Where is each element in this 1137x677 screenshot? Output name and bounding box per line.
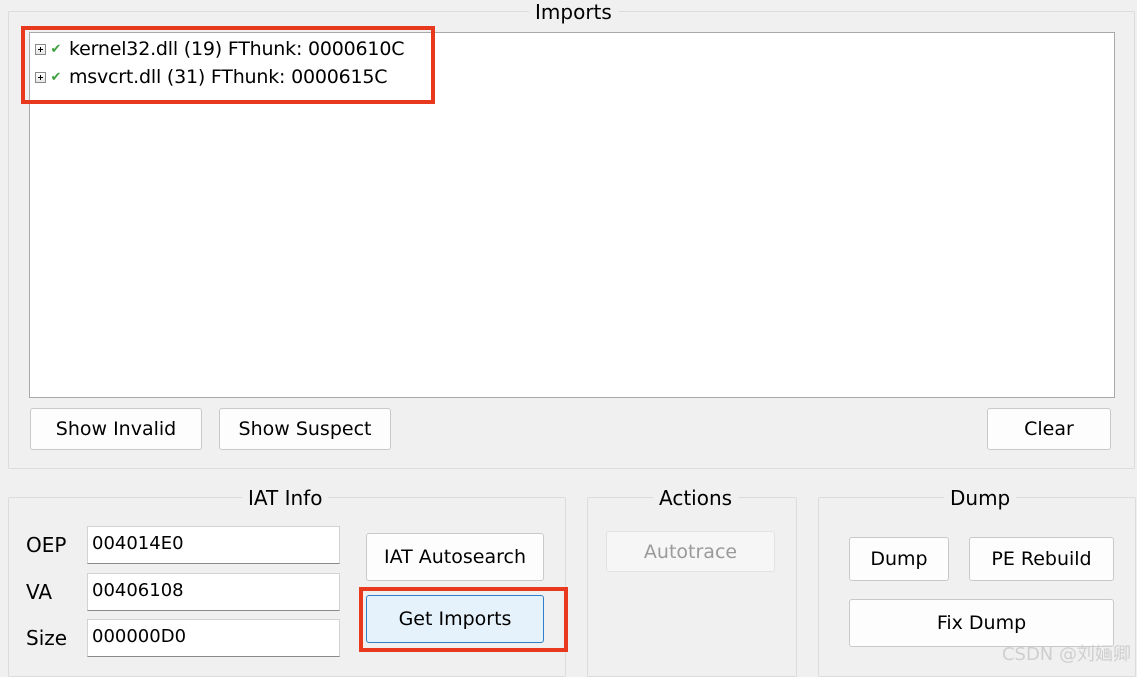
actions-group-title: Actions bbox=[653, 486, 738, 510]
size-label: Size bbox=[26, 626, 67, 650]
get-imports-button[interactable]: Get Imports bbox=[366, 595, 544, 643]
actions-group bbox=[587, 497, 797, 677]
size-field[interactable]: 000000D0 bbox=[87, 619, 340, 657]
imports-tree[interactable]: ✔ kernel32.dll (19) FThunk: 0000610C ✔ m… bbox=[29, 32, 1115, 398]
imports-group-title: Imports bbox=[529, 0, 618, 24]
show-invalid-button[interactable]: Show Invalid bbox=[30, 408, 202, 450]
oep-field[interactable]: 004014E0 bbox=[87, 526, 340, 564]
autotrace-button[interactable]: Autotrace bbox=[606, 531, 775, 572]
show-suspect-button[interactable]: Show Suspect bbox=[219, 408, 391, 450]
iat-info-group-title: IAT Info bbox=[242, 486, 328, 510]
dump-group-title: Dump bbox=[944, 486, 1016, 510]
dump-button[interactable]: Dump bbox=[849, 537, 949, 581]
va-field[interactable]: 00406108 bbox=[87, 573, 340, 611]
tree-item-kernel32[interactable]: ✔ kernel32.dll (19) FThunk: 0000610C bbox=[35, 35, 404, 63]
check-icon: ✔ bbox=[49, 42, 63, 57]
tree-item-label: kernel32.dll (19) FThunk: 0000610C bbox=[69, 38, 404, 60]
oep-label: OEP bbox=[26, 533, 66, 557]
clear-button[interactable]: Clear bbox=[987, 408, 1111, 450]
expand-plus-icon[interactable] bbox=[35, 44, 46, 55]
watermark-text: CSDN @刘婳卿 bbox=[1002, 640, 1131, 666]
check-icon: ✔ bbox=[49, 70, 63, 85]
tree-item-msvcrt[interactable]: ✔ msvcrt.dll (31) FThunk: 0000615C bbox=[35, 63, 387, 91]
expand-plus-icon[interactable] bbox=[35, 72, 46, 83]
iat-autosearch-button[interactable]: IAT Autosearch bbox=[366, 533, 544, 581]
va-label: VA bbox=[26, 580, 52, 604]
tree-item-label: msvcrt.dll (31) FThunk: 0000615C bbox=[69, 66, 387, 88]
pe-rebuild-button[interactable]: PE Rebuild bbox=[969, 537, 1114, 581]
